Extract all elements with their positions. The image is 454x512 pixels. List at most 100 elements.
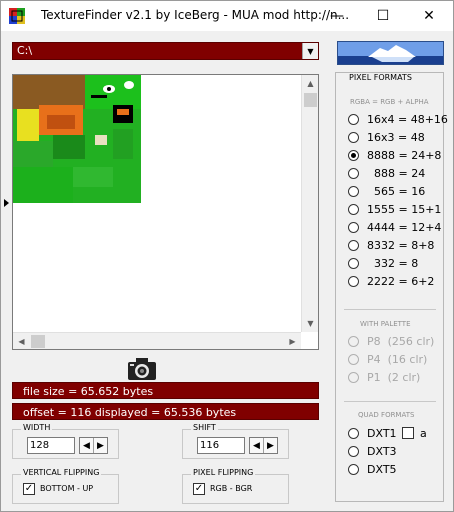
radio-button-disabled [348, 353, 359, 365]
rgba-subtitle: RGBA = RGB + ALPHA [350, 98, 429, 106]
quad-dxt1[interactable]: DXT1 [348, 426, 397, 440]
vertical-flipping-label: VERTICAL FLIPPING [21, 468, 102, 477]
vertical-scroll-thumb[interactable] [304, 93, 317, 107]
radio-button[interactable] [348, 203, 359, 215]
alpha-checkbox[interactable] [402, 427, 414, 439]
scroll-left-icon[interactable]: ◀ [13, 333, 30, 350]
palette-label: P8 (256 clr) [367, 334, 435, 348]
vertical-scrollbar[interactable]: ▲ ▼ [301, 75, 318, 332]
format-2222[interactable]: 2222 = 6+2 [348, 274, 434, 288]
palette-p1: P1 (2 clr) [348, 370, 420, 384]
format-label: 1555 = 15+1 [367, 202, 442, 216]
scroll-up-icon[interactable]: ▲ [302, 75, 319, 92]
scroll-right-icon[interactable]: ▶ [284, 333, 301, 350]
format-888[interactable]: 888 = 24 [348, 166, 425, 180]
palette-p4: P4 (16 clr) [348, 352, 427, 366]
shift-spinner[interactable]: ◀ ▶ [249, 437, 278, 454]
format-1555[interactable]: 1555 = 15+1 [348, 202, 441, 216]
radio-button[interactable] [348, 239, 359, 251]
spin-left-icon[interactable]: ◀ [80, 438, 94, 453]
pixel-flipping-label: PIXEL FLIPPING [191, 468, 256, 477]
quad-label: DXT5 [367, 462, 397, 476]
bottom-up-label: BOTTOM - UP [40, 484, 94, 493]
shift-label: SHIFT [191, 423, 218, 432]
alpha-label: a [420, 427, 427, 440]
maximize-button[interactable]: ☐ [360, 1, 406, 31]
rgb-bgr-checkbox[interactable]: ✓ [193, 483, 205, 495]
radio-button[interactable] [348, 445, 359, 457]
format-label: 8332 = 8+8 [367, 238, 435, 252]
format-label: 16x3 = 48 [367, 130, 425, 144]
quad-label: DXT3 [367, 444, 397, 458]
bottom-up-checkbox[interactable]: ✓ [23, 483, 35, 495]
format-label: 16x4 = 48+16 [367, 112, 448, 126]
section-divider [344, 401, 436, 402]
texture-preview-image [13, 75, 141, 203]
iceberg-logo-icon [338, 42, 443, 64]
row-pointer-icon [4, 199, 9, 207]
shift-field[interactable]: 116 [197, 437, 245, 454]
pixel-formats-label: PIXEL FORMATS [346, 73, 415, 82]
format-label: 888 = 24 [367, 166, 426, 180]
quad-formats-label: QUAD FORMATS [358, 411, 415, 419]
format-8888[interactable]: 8888 = 24+8 [348, 148, 441, 162]
vertical-flipping-group: VERTICAL FLIPPING ✓ BOTTOM - UP [12, 468, 119, 504]
app-icon [9, 8, 25, 24]
format-16x4[interactable]: 16x4 = 48+16 [348, 112, 448, 126]
width-label: WIDTH [21, 423, 53, 432]
quad-dxt3[interactable]: DXT3 [348, 444, 397, 458]
format-label: 565 = 16 [367, 184, 426, 198]
camera-icon[interactable] [127, 357, 157, 381]
horizontal-scroll-thumb[interactable] [31, 335, 45, 348]
rgb-bgr-label: RGB - BGR [210, 484, 253, 493]
palette-label: P1 (2 clr) [367, 370, 421, 384]
radio-button[interactable] [348, 275, 359, 287]
close-button[interactable]: ✕ [406, 1, 452, 31]
palette-p8: P8 (256 clr) [348, 334, 434, 348]
radio-button[interactable] [348, 113, 359, 125]
spin-right-icon[interactable]: ▶ [94, 438, 107, 453]
iceberg-logo [337, 41, 444, 65]
format-8332[interactable]: 8332 = 8+8 [348, 238, 434, 252]
format-label: 8888 = 24+8 [367, 148, 442, 162]
minimize-button[interactable]: — [314, 1, 360, 31]
width-spinner[interactable]: ◀ ▶ [79, 437, 108, 454]
format-label: 332 = 8 [367, 256, 419, 270]
texture-viewer[interactable]: ▲ ▼ ◀ ▶ [12, 74, 319, 350]
quad-dxt5[interactable]: DXT5 [348, 462, 397, 476]
radio-button[interactable] [348, 463, 359, 475]
format-label: 4444 = 12+4 [367, 220, 442, 234]
width-group: WIDTH 128 ◀ ▶ [12, 423, 119, 459]
offset-bar: offset = 116 displayed = 65.536 bytes [12, 403, 319, 420]
radio-button[interactable] [348, 167, 359, 179]
path-value: C:\ [17, 44, 33, 57]
window-title: TextureFinder v2.1 by IceBerg - MUA mod … [41, 8, 350, 22]
file-size-bar: file size = 65.652 bytes [12, 382, 319, 399]
chevron-down-icon[interactable]: ▼ [302, 43, 318, 59]
scroll-down-icon[interactable]: ▼ [302, 315, 319, 332]
title-bar[interactable]: TextureFinder v2.1 by IceBerg - MUA mod … [1, 1, 453, 31]
format-label: 2222 = 6+2 [367, 274, 435, 288]
format-565[interactable]: 565 = 16 [348, 184, 425, 198]
spin-left-icon[interactable]: ◀ [250, 438, 264, 453]
app-window: TextureFinder v2.1 by IceBerg - MUA mod … [0, 0, 454, 512]
radio-button[interactable] [348, 257, 359, 269]
path-dropdown[interactable]: C:\ ▼ [12, 42, 319, 60]
radio-button-selected[interactable] [348, 149, 359, 161]
radio-button[interactable] [348, 185, 359, 197]
width-field[interactable]: 128 [27, 437, 75, 454]
format-332[interactable]: 332 = 8 [348, 256, 418, 270]
section-divider [344, 309, 436, 310]
radio-button[interactable] [348, 131, 359, 143]
horizontal-scrollbar[interactable]: ◀ ▶ [13, 332, 301, 349]
format-4444[interactable]: 4444 = 12+4 [348, 220, 441, 234]
radio-button[interactable] [348, 221, 359, 233]
pixel-flipping-group: PIXEL FLIPPING ✓ RGB - BGR [182, 468, 289, 504]
quad-label: DXT1 [367, 426, 397, 440]
radio-button-disabled [348, 371, 359, 383]
radio-button[interactable] [348, 427, 359, 439]
format-16x3[interactable]: 16x3 = 48 [348, 130, 425, 144]
with-palette-label: WITH PALETTE [360, 320, 411, 328]
spin-right-icon[interactable]: ▶ [264, 438, 277, 453]
palette-label: P4 (16 clr) [367, 352, 428, 366]
